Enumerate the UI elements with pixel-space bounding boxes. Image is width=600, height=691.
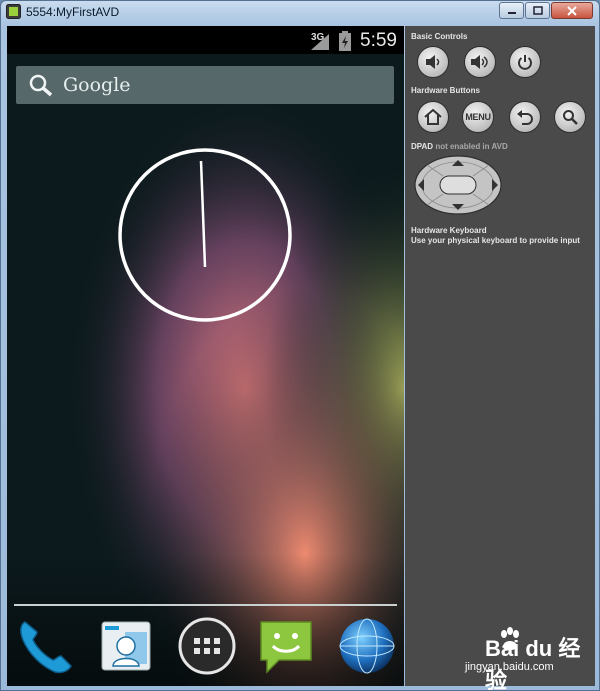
- hardware-buttons-label: Hardware Buttons: [411, 86, 480, 95]
- search-icon: [29, 74, 53, 97]
- analog-clock-widget[interactable]: [117, 147, 293, 323]
- home-button[interactable]: [417, 101, 449, 133]
- menu-button-label: MENU: [465, 112, 491, 122]
- volume-up-button[interactable]: [464, 46, 496, 78]
- close-button[interactable]: [551, 2, 593, 19]
- signal-icon: [311, 34, 329, 50]
- close-icon: [567, 5, 577, 16]
- hardware-keyboard-label: Hardware Keyboard: [411, 226, 487, 235]
- search-button-icon: [563, 110, 578, 125]
- status-time: 5:59: [360, 30, 397, 51]
- google-search-bar[interactable]: Google: [16, 66, 394, 104]
- window-title: 5554:MyFirstAVD: [26, 5, 120, 19]
- home-icon: [424, 109, 442, 125]
- battery-icon: [339, 31, 351, 51]
- baidu-watermark: Bai du 经验 jingyan.baidu.com: [461, 625, 600, 691]
- all-apps-icon[interactable]: [177, 616, 237, 676]
- google-search-label: Google: [63, 74, 131, 96]
- maximize-icon: [532, 6, 543, 15]
- status-bar: 3G 5:59: [7, 26, 404, 54]
- dpad-control[interactable]: [413, 154, 503, 216]
- volume-up-icon: [471, 55, 488, 69]
- contacts-icon[interactable]: [97, 616, 157, 676]
- back-button[interactable]: [509, 101, 541, 133]
- maximize-button[interactable]: [525, 2, 550, 19]
- phone-icon[interactable]: [15, 616, 75, 676]
- volume-down-icon: [426, 55, 440, 69]
- volume-down-button[interactable]: [417, 46, 449, 78]
- basic-controls-label: Basic Controls: [411, 32, 468, 41]
- hardware-keyboard-note: Use your physical keyboard to provide in…: [411, 236, 580, 245]
- emulator-controls-panel: Basic Controls Hardware Buttons MENU DPA…: [405, 26, 595, 686]
- search-button[interactable]: [554, 101, 586, 133]
- emulator-window: 5554:MyFirstAVD 3G 5:59 Google Basic Con…: [0, 0, 600, 691]
- dpad-label: DPAD not enabled in AVD: [411, 142, 508, 151]
- back-icon: [517, 110, 533, 125]
- power-button[interactable]: [509, 46, 541, 78]
- dpad-title: DPAD: [411, 142, 434, 151]
- minimize-button[interactable]: [499, 2, 524, 19]
- hour-hand: [199, 160, 207, 268]
- baidu-url: jingyan.baidu.com: [465, 661, 554, 673]
- wallpaper: [7, 26, 404, 686]
- minimize-icon: [507, 11, 516, 14]
- power-icon: [518, 55, 532, 70]
- dock: [7, 616, 404, 680]
- messaging-icon[interactable]: [257, 616, 317, 676]
- browser-globe-icon[interactable]: [337, 616, 397, 676]
- menu-button[interactable]: MENU: [462, 101, 494, 133]
- dock-divider: [14, 604, 397, 606]
- android-app-icon: [6, 4, 21, 19]
- dpad-center-button: [439, 175, 477, 195]
- title-bar[interactable]: 5554:MyFirstAVD: [1, 1, 599, 23]
- android-screen[interactable]: 3G 5:59 Google: [7, 26, 404, 686]
- dpad-note: not enabled in AVD: [435, 142, 508, 151]
